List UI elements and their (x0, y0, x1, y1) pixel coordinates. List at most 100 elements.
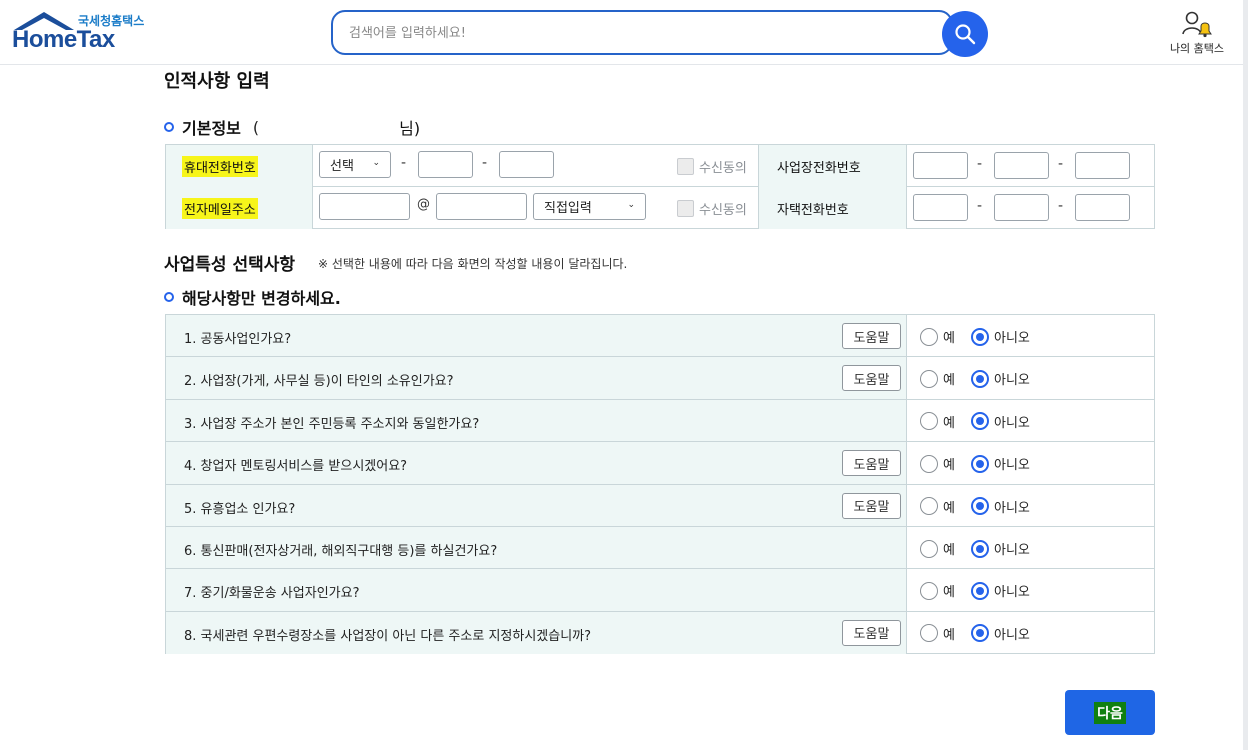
mobile-prefix-value: 선택 (330, 159, 354, 174)
no-radio[interactable]: 아니오 (971, 624, 1030, 643)
search-icon (955, 24, 976, 45)
home-phone-label-cell: 자택전화번호 (758, 187, 907, 229)
search-button[interactable] (942, 11, 988, 57)
my-hometax-link[interactable]: 나의 홈택스 (1160, 8, 1234, 58)
radio-unchecked-icon (920, 581, 938, 600)
no-radio-label: 아니오 (994, 627, 1030, 643)
header: 국세청홈택스 HomeTax 나의 홈택스 (0, 0, 1248, 65)
mobile-agree-checkbox[interactable]: 수신동의 (677, 157, 747, 176)
question-label-cell: 7. 중기/화물운송 사업자인가요? (166, 569, 907, 611)
help-button[interactable]: 도움말 (842, 450, 901, 477)
help-button[interactable]: 도움말 (842, 323, 901, 349)
change-heading-text: 해당사항만 변경하세요. (182, 289, 341, 308)
home-phone-last-input[interactable] (1075, 194, 1130, 221)
radio-unchecked-icon (920, 624, 938, 643)
question-row: 1. 공동사업인가요? 도움말 예 아니오 (166, 315, 1154, 358)
radio-checked-icon (971, 581, 989, 600)
home-phone-area-input[interactable] (913, 194, 968, 221)
radio-unchecked-icon (920, 327, 938, 346)
radio-checked-icon (971, 539, 989, 558)
no-radio[interactable]: 아니오 (971, 327, 1030, 346)
page-title: 인적사항 입력 (164, 71, 270, 92)
radio-checked-icon (971, 412, 989, 431)
hometax-logo[interactable]: 국세청홈택스 HomeTax (12, 10, 152, 56)
dash: - (1058, 156, 1064, 172)
yes-radio[interactable]: 예 (920, 327, 955, 346)
no-radio-label: 아니오 (994, 543, 1030, 558)
yes-radio[interactable]: 예 (920, 624, 955, 643)
biz-phone-label-cell: 사업장전화번호 (758, 145, 907, 187)
no-radio[interactable]: 아니오 (971, 497, 1030, 516)
mobile-middle-input[interactable] (418, 151, 473, 178)
no-radio[interactable]: 아니오 (971, 581, 1030, 600)
question-row: 2. 사업장(가게, 사무실 등)이 타인의 소유인가요? 도움말 예 아니오 (166, 357, 1154, 400)
radio-unchecked-icon (920, 497, 938, 516)
no-radio-label: 아니오 (994, 373, 1030, 389)
search-input[interactable] (349, 22, 909, 44)
yes-radio[interactable]: 예 (920, 581, 955, 600)
basic-info-heading: 기본정보 ( 님) (164, 115, 420, 139)
dash: - (977, 156, 983, 172)
radio-checked-icon (971, 624, 989, 643)
radio-unchecked-icon (920, 412, 938, 431)
scrollbar-track[interactable] (1243, 0, 1248, 750)
home-phone-middle-input[interactable] (994, 194, 1049, 221)
radio-checked-icon (971, 369, 989, 388)
mobile-last-input[interactable] (499, 151, 554, 178)
help-button[interactable]: 도움말 (842, 492, 901, 519)
basic-info-title: 기본정보 (182, 119, 241, 138)
yes-radio[interactable]: 예 (920, 497, 955, 516)
yes-radio[interactable]: 예 (920, 369, 955, 388)
dash: - (1058, 198, 1064, 214)
no-radio-label: 아니오 (994, 415, 1030, 431)
email-agree-label: 수신동의 (699, 203, 747, 218)
no-radio[interactable]: 아니오 (971, 412, 1030, 431)
dash: - (401, 155, 407, 171)
biz-phone-area-input[interactable] (913, 152, 968, 179)
email-domain-input[interactable] (436, 193, 527, 220)
radio-checked-icon (971, 454, 989, 473)
email-agree-checkbox[interactable]: 수신동의 (677, 199, 747, 218)
yes-radio[interactable]: 예 (920, 454, 955, 473)
yes-radio[interactable]: 예 (920, 412, 955, 431)
question-text: 7. 중기/화물운송 사업자인가요? (184, 586, 360, 602)
question-label-cell: 6. 통신판매(전자상거래, 해외직구대행 등)를 하실건가요? (166, 527, 907, 569)
radio-unchecked-icon (920, 369, 938, 388)
question-label-cell: 2. 사업장(가게, 사무실 등)이 타인의 소유인가요? 도움말 (166, 357, 907, 399)
checkbox-icon (677, 158, 694, 175)
email-label-cell: 전자메일주소 (166, 187, 313, 229)
mobile-prefix-select[interactable]: 선택 ⌄ (319, 151, 391, 178)
email-id-input[interactable] (319, 193, 410, 220)
yes-radio-label: 예 (943, 585, 955, 601)
business-section-note: ※ 선택한 내용에 따라 다음 화면의 작성할 내용이 달라집니다. (318, 257, 628, 271)
yes-radio[interactable]: 예 (920, 539, 955, 558)
no-radio-label: 아니오 (994, 331, 1030, 346)
bullet-icon (164, 122, 174, 132)
biz-phone-middle-input[interactable] (994, 152, 1049, 179)
no-radio[interactable]: 아니오 (971, 539, 1030, 558)
logo-english-text: HomeTax (12, 26, 115, 53)
help-button[interactable]: 도움말 (842, 619, 901, 646)
email-domain-select[interactable]: 직접입력 ⌄ (533, 193, 646, 220)
search-box (331, 10, 953, 55)
question-label-cell: 4. 창업자 멘토링서비스를 받으시겠어요? 도움말 (166, 442, 907, 484)
no-radio[interactable]: 아니오 (971, 454, 1030, 473)
yes-radio-label: 예 (943, 458, 955, 474)
chevron-down-icon: ⌄ (627, 200, 635, 210)
dash: - (482, 155, 488, 171)
next-button[interactable]: 다음 (1065, 690, 1155, 735)
help-button[interactable]: 도움말 (842, 365, 901, 392)
home-phone-label: 자택전화번호 (777, 202, 849, 218)
no-radio[interactable]: 아니오 (971, 369, 1030, 388)
question-text: 5. 유흥업소 인가요? (184, 501, 296, 517)
no-radio-label: 아니오 (994, 458, 1030, 474)
user-bell-icon (1182, 11, 1212, 38)
question-row: 6. 통신판매(전자상거래, 해외직구대행 등)를 하실건가요? 예 아니오 (166, 527, 1154, 570)
next-button-label: 다음 (1094, 701, 1126, 724)
biz-phone-last-input[interactable] (1075, 152, 1130, 179)
mobile-label: 휴대전화번호 (182, 155, 258, 177)
business-question-table: 1. 공동사업인가요? 도움말 예 아니오 2. 사업장(가게, 사무실 등)이 타인의… (165, 314, 1155, 655)
question-text: 6. 통신판매(전자상거래, 해외직구대행 등)를 하실건가요? (184, 544, 498, 559)
my-hometax-label: 나의 홈택스 (1169, 42, 1225, 55)
mobile-label-cell: 휴대전화번호 (166, 145, 313, 187)
